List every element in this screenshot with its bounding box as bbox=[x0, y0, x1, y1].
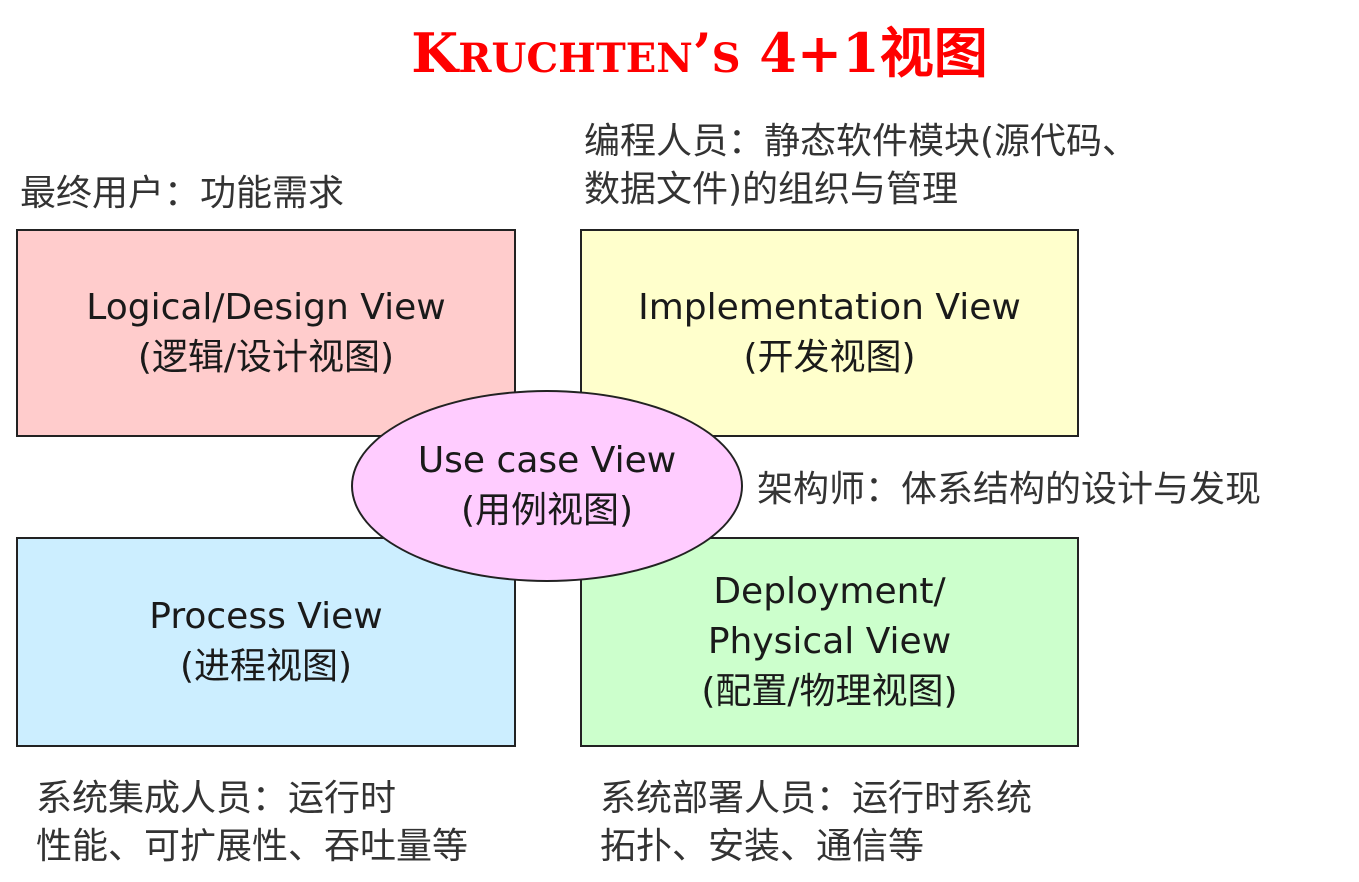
implementation-view-label: Implementation View bbox=[638, 287, 1021, 328]
deployment-view-label-line2: Physical View bbox=[707, 621, 952, 662]
title-k: K bbox=[411, 21, 459, 85]
logical-view-label: Logical/Design View bbox=[86, 287, 446, 328]
note-integrator: 系统集成人员：运行时 性能、可扩展性、吞吐量等 bbox=[36, 775, 468, 871]
note-end-user: 最终用户：功能需求 bbox=[20, 170, 344, 218]
note-integrator-line1: 系统集成人员：运行时 bbox=[36, 778, 397, 819]
note-end-user-text: 最终用户：功能需求 bbox=[20, 173, 345, 214]
note-programmer-line1: 编程人员：静态软件模块(源代码、 bbox=[584, 121, 1139, 162]
usecase-view-label-zh: (用例视图) bbox=[460, 490, 634, 531]
title-s: S bbox=[711, 35, 741, 82]
note-deployer: 系统部署人员：运行时系统 拓扑、安装、通信等 bbox=[600, 775, 1032, 871]
note-deployer-line2: 拓扑、安装、通信等 bbox=[600, 826, 925, 867]
note-programmer-line2: 数据文件)的组织与管理 bbox=[584, 169, 959, 210]
note-integrator-line2: 性能、可扩展性、吞吐量等 bbox=[36, 826, 469, 867]
usecase-view-label: Use case View bbox=[417, 440, 677, 481]
note-architect-text: 架构师：体系结构的设计与发现 bbox=[757, 469, 1262, 510]
process-view-label-zh: (进程视图) bbox=[179, 646, 353, 687]
title-tail: 4+1视图 bbox=[740, 21, 988, 85]
deployment-view-label-line1: Deployment/ bbox=[713, 571, 946, 612]
note-programmer: 编程人员：静态软件模块(源代码、 数据文件)的组织与管理 bbox=[584, 118, 1138, 214]
use-case-view-ellipse: Use case View (用例视图) bbox=[351, 390, 743, 582]
title-ruchten: RUCHTEN bbox=[458, 35, 693, 82]
deployment-physical-view-box: Deployment/ Physical View (配置/物理视图) bbox=[580, 537, 1079, 747]
implementation-view-label-zh: (开发视图) bbox=[743, 337, 916, 378]
note-deployer-line1: 系统部署人员：运行时系统 bbox=[600, 778, 1033, 819]
title-apostrophe: ’ bbox=[692, 21, 712, 85]
logical-view-label-zh: (逻辑/设计视图) bbox=[137, 337, 395, 378]
deployment-view-label-zh: (配置/物理视图) bbox=[701, 671, 958, 712]
process-view-label: Process View bbox=[149, 596, 383, 637]
page-title: KRUCHTEN’S 4+1视图 bbox=[0, 26, 1359, 80]
note-architect: 架构师：体系结构的设计与发现 bbox=[757, 466, 1261, 514]
process-view-box: Process View (进程视图) bbox=[16, 537, 516, 747]
